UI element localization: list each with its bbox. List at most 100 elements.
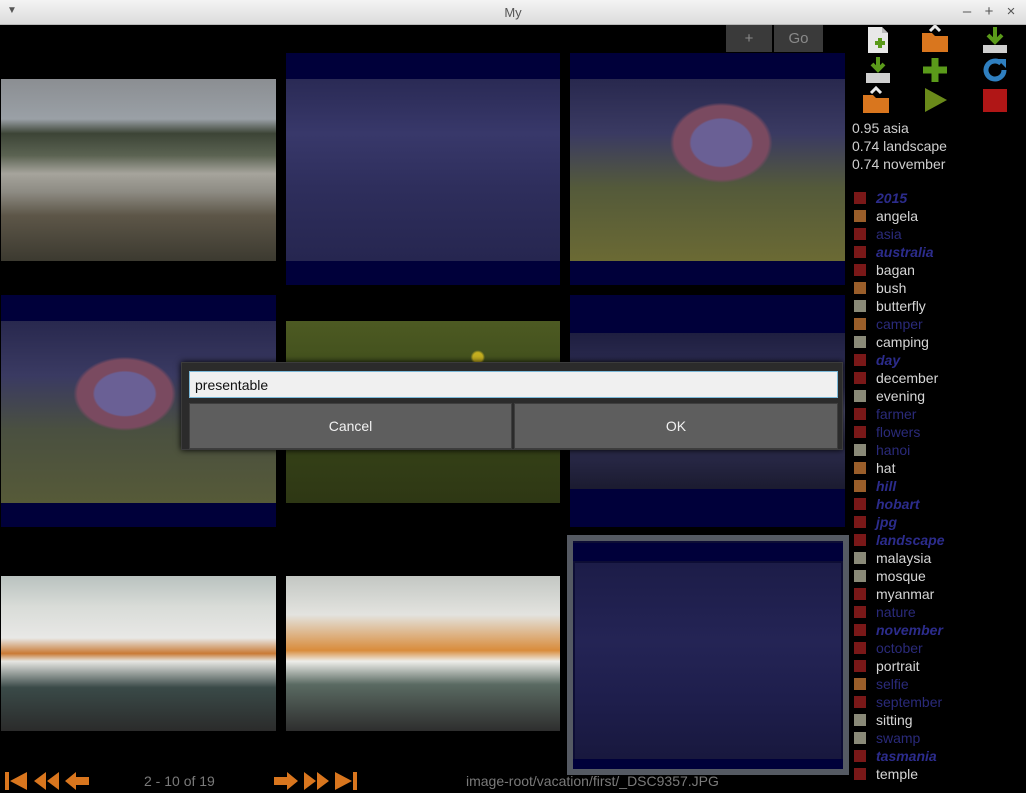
tag-label: flowers [876, 424, 921, 440]
tag-label: nature [876, 604, 916, 620]
tag-label: day [876, 352, 901, 368]
tag-label: selfie [876, 676, 909, 692]
minimize-icon[interactable]: – [959, 3, 975, 20]
tag-label: december [876, 370, 939, 386]
tag-color-swatch [854, 462, 866, 474]
fast-forward-icon[interactable] [303, 770, 331, 792]
tag-color-swatch [854, 768, 866, 780]
tag-color-swatch [854, 480, 866, 492]
tag-color-swatch [854, 318, 866, 330]
title-bar: ▼ My – + × [0, 0, 1026, 25]
tag-input[interactable] [189, 371, 838, 398]
stop-icon[interactable] [980, 85, 1010, 115]
tag-color-swatch [854, 282, 866, 294]
tag-color-swatch [854, 264, 866, 276]
tag-color-swatch [854, 516, 866, 528]
previous-page-icon[interactable] [64, 770, 90, 792]
thumbnail-van-2[interactable] [286, 576, 560, 731]
tag-color-swatch [854, 336, 866, 348]
thumbnail-van-1[interactable] [1, 576, 276, 731]
tag-input-dialog: Cancel OK [181, 362, 843, 450]
tag-color-swatch [854, 498, 866, 510]
export-folder-icon[interactable] [861, 85, 891, 115]
tag-label: angela [876, 208, 919, 224]
tag-label: hanoi [876, 442, 911, 458]
tag-color-swatch [854, 444, 866, 456]
window-title: My [504, 5, 522, 20]
tag-label: australia [876, 244, 934, 260]
fast-back-icon[interactable] [32, 770, 60, 792]
tag-color-swatch [854, 534, 866, 546]
go-button[interactable]: Go [774, 25, 823, 52]
tag-label: evening [876, 388, 926, 404]
import-icon[interactable] [863, 55, 893, 85]
tag-label: jpg [876, 514, 897, 530]
tag-label: hat [876, 460, 896, 476]
tag-label: november [876, 622, 943, 638]
score-line: 0.74 landscape [852, 138, 947, 154]
tag-color-swatch [854, 372, 866, 384]
tag-color-swatch [854, 642, 866, 654]
thumbnail-farmer-selected[interactable] [570, 53, 845, 285]
first-page-icon[interactable] [3, 770, 29, 792]
tag-color-swatch [854, 750, 866, 762]
page-indicator: 2 - 10 of 19 [144, 773, 215, 789]
tag-color-swatch [854, 624, 866, 636]
tag-label: portrait [876, 658, 920, 674]
cancel-button[interactable]: Cancel [189, 403, 512, 449]
tag-color-swatch [854, 606, 866, 618]
tag-color-swatch [854, 696, 866, 708]
add-icon[interactable] [920, 55, 950, 85]
tag-color-swatch [854, 354, 866, 366]
tag-label: bush [876, 280, 907, 296]
tag-label: camper [876, 316, 923, 332]
tag-label: asia [876, 226, 902, 242]
folder-open-icon[interactable] [920, 25, 950, 55]
tag-label: camping [876, 334, 929, 350]
download-icon[interactable] [980, 25, 1010, 55]
tag-label: hobart [876, 496, 920, 512]
score-line: 0.74 november [852, 156, 946, 172]
tag-label: bagan [876, 262, 915, 278]
tag-label: temple [876, 766, 919, 782]
score-line: 0.95 asia [852, 120, 909, 136]
main-content: + Go 0.95 asia 0.74 landscape 0.74 novem… [1, 25, 1025, 792]
tag-color-swatch [854, 678, 866, 690]
classification-scores: 0.95 asia 0.74 landscape 0.74 november [852, 119, 947, 173]
tag-label: malaysia [876, 550, 932, 566]
tag-color-swatch [854, 246, 866, 258]
refresh-icon[interactable] [980, 55, 1010, 85]
new-file-icon[interactable] [863, 25, 893, 55]
thumbnail-flats-selected[interactable] [286, 53, 560, 285]
close-icon[interactable]: × [1003, 3, 1019, 20]
tag-color-swatch [854, 660, 866, 672]
thumbnail-ocean-current[interactable] [567, 535, 849, 775]
tag-color-swatch [854, 732, 866, 744]
play-icon[interactable] [920, 85, 950, 115]
tag-label: 2015 [876, 190, 908, 206]
tag-color-swatch [854, 588, 866, 600]
tag-color-swatch [854, 552, 866, 564]
tag-label: hill [876, 478, 897, 494]
next-page-icon[interactable] [273, 770, 299, 792]
tag-label: farmer [876, 406, 917, 422]
app-window: ▼ My – + × + Go 0.95 asia 0.74 landscape… [0, 0, 1026, 793]
tag-color-swatch [854, 210, 866, 222]
tag-label: tasmania [876, 748, 937, 764]
thumbnail-landscape[interactable] [1, 79, 276, 261]
tag-color-swatch [854, 714, 866, 726]
tag-color-swatch [854, 228, 866, 240]
tag-label: swamp [876, 730, 921, 746]
tag-label: myanmar [876, 586, 935, 602]
tag-label: sitting [876, 712, 913, 728]
tag-color-swatch [854, 390, 866, 402]
last-page-icon[interactable] [333, 770, 359, 792]
tag-label: mosque [876, 568, 926, 584]
tag-label: butterfly [876, 298, 926, 314]
tag-color-swatch [854, 570, 866, 582]
tag-color-swatch [854, 192, 866, 204]
ok-button[interactable]: OK [514, 403, 838, 449]
maximize-icon[interactable]: + [981, 3, 997, 20]
tag-label: september [876, 694, 943, 710]
plus-button[interactable]: + [726, 25, 772, 52]
